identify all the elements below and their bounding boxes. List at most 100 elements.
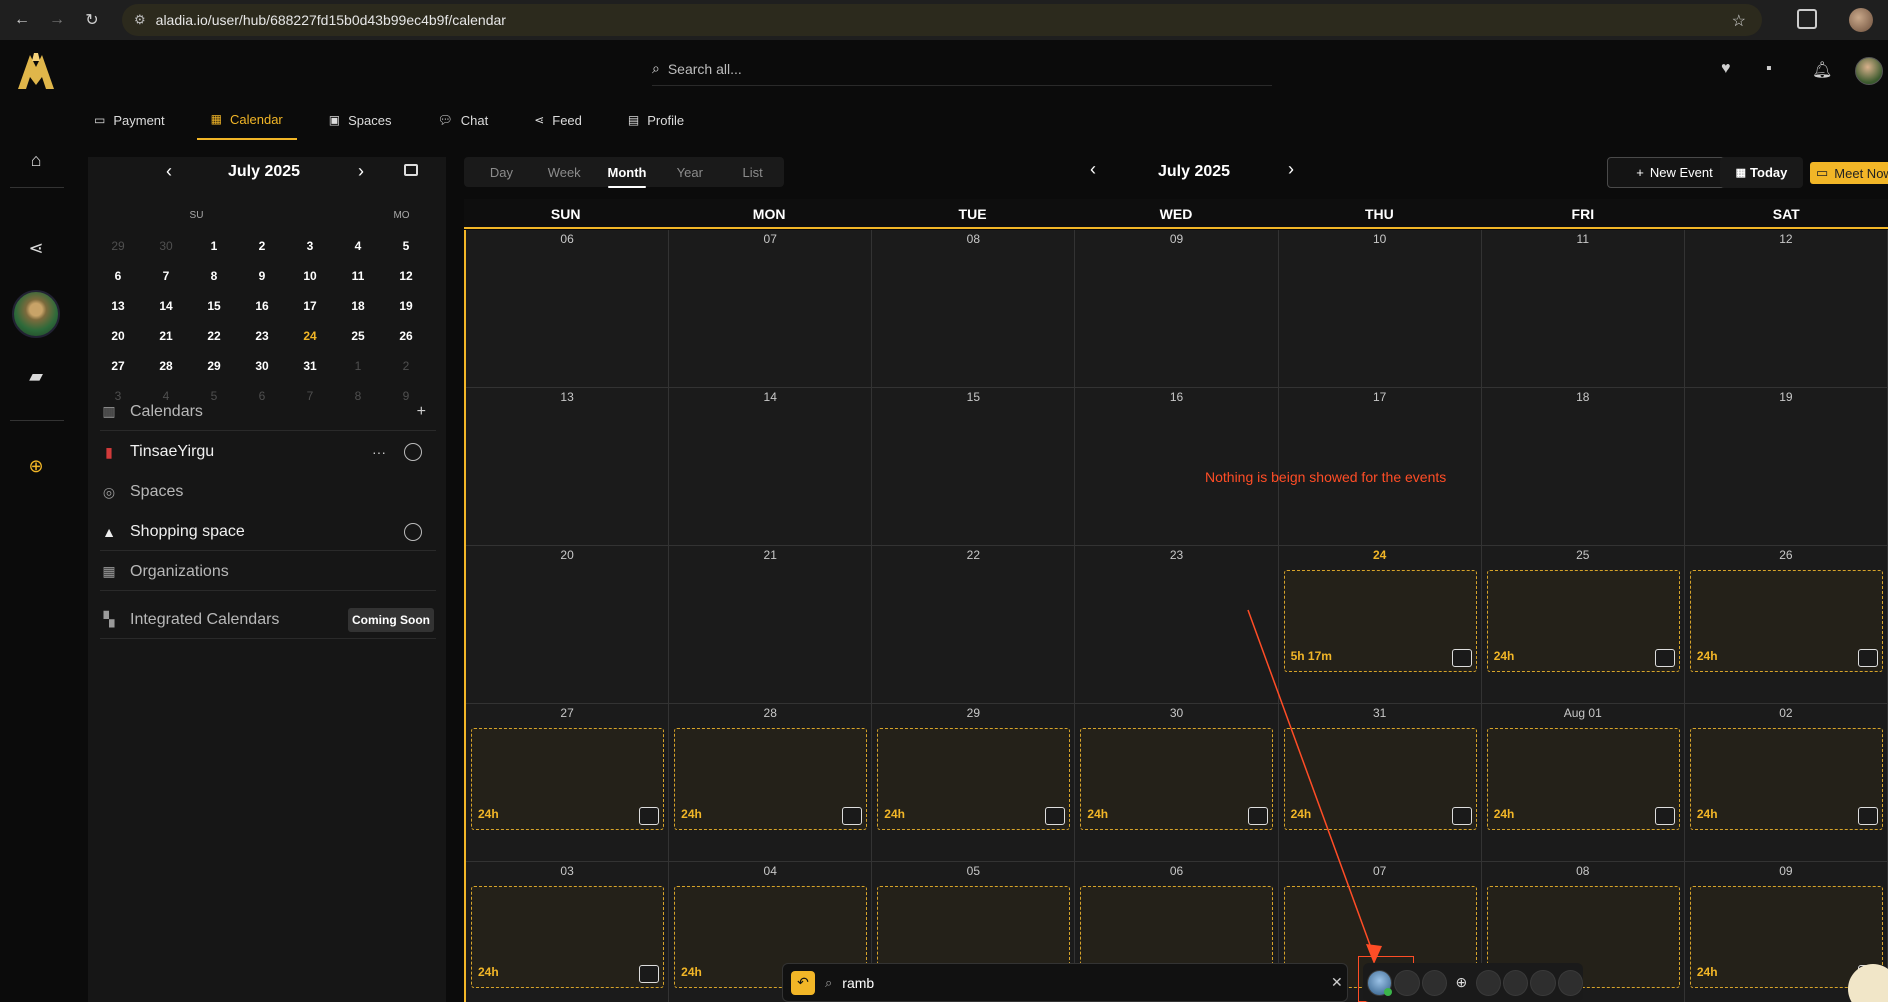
day-cell[interactable]: 10 [1278,230,1482,388]
mini-day[interactable]: 1 [334,359,382,373]
calendar-item-tinsaeyirgu[interactable]: ▮ TinsaeYirgu ··· [100,433,436,471]
day-cell[interactable]: 26 24h [1684,546,1888,704]
day-cell[interactable]: 14 [669,388,873,546]
aladia-logo-icon[interactable] [14,49,58,93]
mini-day[interactable]: 23 [238,329,286,343]
extensions-icon[interactable] [1797,9,1817,29]
reload-icon[interactable]: ↻ [79,7,105,33]
next-month-icon[interactable]: › [1288,159,1294,180]
mini-day[interactable]: 12 [382,269,430,283]
search-input[interactable]: Search all... [668,61,742,77]
event-block[interactable]: 24h [1486,570,1680,672]
mini-day[interactable]: 29 [190,359,238,373]
mini-day[interactable]: 21 [142,329,190,343]
mini-day[interactable]: 2 [382,359,430,373]
day-cell[interactable]: 09 [1075,230,1279,388]
mini-day[interactable]: 28 [142,359,190,373]
day-cell[interactable]: 18 [1481,388,1685,546]
day-cell[interactable]: 17 [1278,388,1482,546]
mini-day[interactable]: 4 [334,239,382,253]
event-block[interactable]: 24h [1486,728,1680,830]
mini-day[interactable]: 19 [382,299,430,313]
event-calendar-icon[interactable] [1654,649,1675,667]
event-block[interactable]: 24h [471,728,664,830]
mini-prev-month-icon[interactable]: ‹ [166,161,172,182]
mini-day[interactable]: 29 [94,239,142,253]
event-block[interactable]: 24h [674,728,868,830]
back-arrow-icon[interactable]: ↶ [791,970,815,995]
today-button[interactable]: ▦ Today [1720,157,1803,188]
mini-day[interactable]: 22 [190,329,238,343]
back-icon[interactable]: ← [9,7,35,33]
tab-spaces[interactable]: ▣ Spaces [315,100,406,140]
event-block[interactable]: 24h [471,886,664,988]
calendar-toggle-radio[interactable] [404,443,422,461]
address-bar[interactable]: ⚙ aladia.io/user/hub/688227fd15b0d43b99e… [122,4,1762,36]
messages-icon[interactable]: ▪ [1766,60,1772,78]
view-week[interactable]: Week [533,165,596,180]
event-calendar-icon[interactable] [639,965,659,983]
share-icon[interactable]: ⋖ [24,236,48,260]
mini-day[interactable]: 15 [190,299,238,313]
mini-day[interactable]: 16 [238,299,286,313]
view-year[interactable]: Year [658,165,721,180]
participant-slot[interactable] [1394,969,1420,996]
participant-slot[interactable] [1557,969,1583,996]
mini-day[interactable]: 1 [190,239,238,253]
close-icon[interactable]: ✕ [1331,974,1343,991]
tab-chat[interactable]: 💬︎ Chat [423,100,502,140]
mini-day[interactable]: 31 [286,359,334,373]
mini-day[interactable]: 18 [334,299,382,313]
event-calendar-icon[interactable] [1857,649,1878,667]
mini-day[interactable]: 5 [382,239,430,253]
mini-day[interactable]: 26 [382,329,430,343]
event-calendar-icon[interactable] [1045,807,1066,825]
bell-icon[interactable]: 🔔︎ [1812,60,1832,80]
day-cell[interactable]: 29 24h [872,704,1076,862]
day-cell[interactable]: Aug 01 24h [1481,704,1685,862]
event-calendar-icon[interactable] [842,807,863,825]
space-avatar[interactable] [12,290,60,338]
day-cell[interactable]: 28 24h [669,704,873,862]
day-cell[interactable]: 22 [872,546,1076,704]
event-calendar-icon[interactable] [639,807,659,825]
forward-icon[interactable]: → [44,7,70,33]
view-list[interactable]: List [721,165,784,180]
global-search[interactable]: ⌕ Search all... [652,52,1272,86]
user-avatar[interactable] [1855,57,1883,85]
mini-day[interactable]: 20 [94,329,142,343]
mini-day[interactable]: 2 [238,239,286,253]
tab-calendar[interactable]: ▦ Calendar [196,100,297,140]
mini-day[interactable]: 13 [94,299,142,313]
space-item-shopping[interactable]: ▲ Shopping space [100,513,436,551]
day-cell[interactable]: 07 [669,230,873,388]
day-cell[interactable]: 02 24h [1684,704,1888,862]
view-day[interactable]: Day [470,165,533,180]
url-text[interactable]: aladia.io/user/hub/688227fd15b0d43b99ec4… [156,12,506,28]
day-cell[interactable]: 20 [466,546,670,704]
add-calendar-button[interactable]: + [417,403,426,421]
heart-icon[interactable]: ♥ [1721,60,1731,78]
mini-day[interactable]: 27 [94,359,142,373]
mini-day[interactable]: 24 [286,329,334,343]
day-cell[interactable]: 25 24h [1481,546,1685,704]
organizations-section[interactable]: ▦ Organizations [100,553,436,591]
meet-now-button[interactable]: ▭ Meet Now [1810,162,1888,184]
day-cell[interactable]: 27 24h [466,704,670,862]
store-icon[interactable]: ⌂ [24,148,48,172]
day-cell[interactable]: 06 [466,230,670,388]
mini-day[interactable]: 7 [142,269,190,283]
event-calendar-icon[interactable] [1451,807,1472,825]
tab-feed[interactable]: ⋖ Feed [520,100,596,140]
site-settings-icon[interactable]: ⚙ [134,12,146,28]
participant-slot[interactable] [1475,969,1502,996]
event-calendar-icon[interactable] [1654,807,1675,825]
tab-payment[interactable]: ▭ Payment [80,100,179,140]
participant-avatar[interactable] [1367,969,1393,996]
mini-day[interactable]: 25 [334,329,382,343]
mini-day[interactable]: 8 [190,269,238,283]
mini-day[interactable]: 14 [142,299,190,313]
event-block[interactable]: 24h [1689,728,1883,830]
mini-day[interactable]: 30 [142,239,190,253]
participant-slot[interactable] [1530,969,1556,996]
